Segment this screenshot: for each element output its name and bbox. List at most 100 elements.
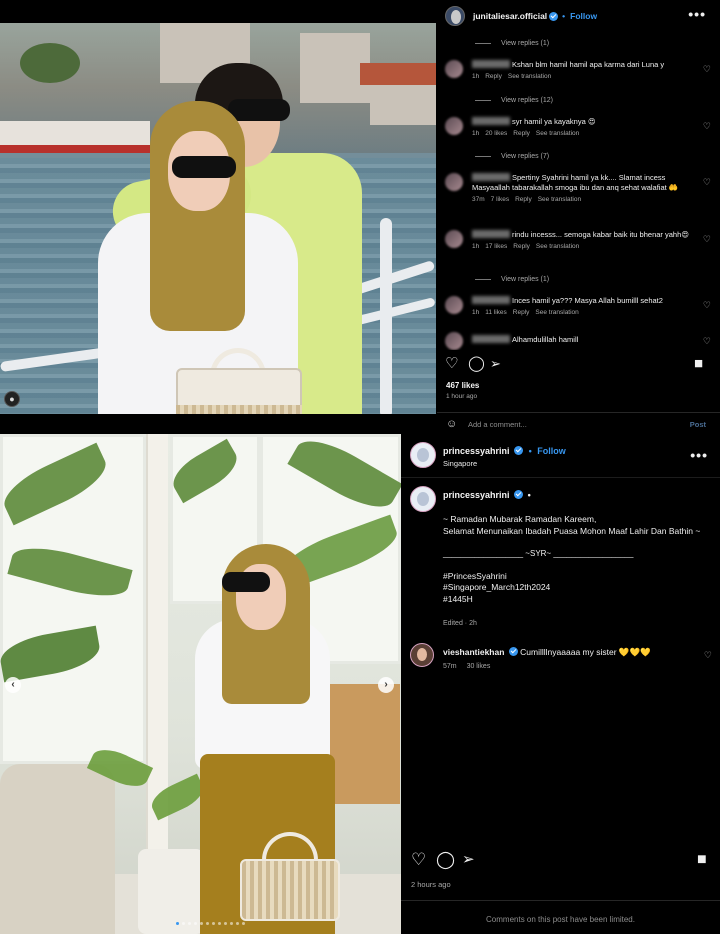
comment-bubble-icon[interactable]: ◯ [468,356,485,372]
redacted-username [472,60,510,68]
view-replies-button[interactable]: View replies (1) [475,273,549,285]
top-post: ● junitaliesar.official • Follow ••• Vie… [0,0,720,434]
carousel-dot [176,922,179,925]
comment: rindu incesss... semoga kabar baik itu b… [445,230,713,264]
caption-line: __________________ ~SYR~ _______________… [443,549,634,558]
location-link[interactable]: Singapore [443,459,477,468]
reply-button[interactable]: Reply [513,309,530,316]
more-options-icon[interactable]: ••• [688,6,706,22]
like-heart-icon[interactable]: ♡ [703,300,711,311]
see-translation-button[interactable]: See translation [536,243,579,250]
redacted-username [472,296,510,304]
like-heart-icon[interactable]: ♡ [703,234,711,245]
likes-count[interactable]: 467 likes [446,381,479,390]
action-bar: ♡ ◯ ➢ ■ [437,356,720,374]
reply-button[interactable]: Reply [513,243,530,250]
follow-button[interactable]: Follow [537,446,566,456]
top-post-photo[interactable] [0,23,436,414]
carousel-dot [188,922,191,925]
reply-button[interactable]: Reply [515,196,532,203]
comment: Spertiny Syahrini hamil ya kk.... Slamat… [445,173,713,217]
hashtag-link[interactable]: #Singapore_March12th2024 [443,582,713,594]
comment-text: syr hamil ya kayaknya 😍 [512,117,596,126]
redacted-username [472,173,510,181]
view-replies-button[interactable]: View replies (1) [475,37,549,49]
emoji-icon[interactable]: ☺ [446,418,457,430]
carousel-dot [230,922,233,925]
like-heart-icon[interactable]: ♡ [445,356,458,372]
boat-hull [0,145,150,153]
verified-badge-icon [514,490,524,499]
more-options-icon[interactable]: ••• [690,447,708,463]
commenter-username[interactable]: vieshantiekhan [443,647,504,657]
see-translation-button[interactable]: See translation [538,196,581,203]
post-button[interactable]: Post [690,420,706,429]
comment-meta: 57m 30 likes [443,663,491,670]
username[interactable]: princessyahrini [443,446,510,456]
hashtag-link[interactable]: #1445H [443,594,713,606]
follow-button[interactable]: Follow [570,11,597,21]
commenter-avatar[interactable] [445,332,463,350]
username[interactable]: princessyahrini [443,490,510,500]
carousel-dot [194,922,197,925]
carousel-dot [224,922,227,925]
redacted-username [472,117,510,125]
commenter-avatar[interactable] [445,117,463,135]
like-heart-icon[interactable]: ♡ [703,336,711,347]
commenter-avatar[interactable] [410,643,434,667]
carousel-dot [200,922,203,925]
top-post-header: junitaliesar.official • Follow ••• [437,0,720,32]
comment-input[interactable]: Add a comment... [468,420,527,429]
commenter-avatar[interactable] [445,173,463,191]
like-heart-icon[interactable]: ♡ [411,851,426,868]
view-replies-button[interactable]: View replies (7) [475,150,549,162]
like-heart-icon[interactable]: ♡ [703,64,711,75]
bookmark-icon[interactable]: ■ [694,356,703,372]
see-translation-button[interactable]: See translation [508,73,551,80]
handbag-weave [176,405,302,414]
hashtag-link[interactable]: #PrincesSyahrini [443,571,713,583]
sunglasses [222,572,270,592]
tagged-user-icon[interactable]: ● [4,391,20,407]
reply-button[interactable]: Reply [513,130,530,137]
comment: Inces hamil ya??? Masya Allah bumilll se… [445,296,713,322]
sunglasses [228,99,290,121]
bookmark-icon[interactable]: ■ [697,852,707,868]
commenter-avatar[interactable] [445,296,463,314]
carousel-dot [218,922,221,925]
like-heart-icon[interactable]: ♡ [704,650,712,661]
avatar[interactable] [445,6,465,26]
comment: vieshantiekhan Cumillllnyaaaaa my sister… [443,647,651,658]
avatar[interactable] [410,486,436,512]
post-time: 1 hour ago [446,393,478,400]
edited-label: Edited · 2h [443,620,477,627]
carousel-prev-icon[interactable]: ‹ [5,677,21,693]
see-translation-button[interactable]: See translation [535,309,578,316]
comment-bubble-icon[interactable]: ◯ [436,851,455,868]
comment-text: Cumillllnyaaaaa my sister 💛💛💛 [520,647,651,657]
verified-badge-icon [514,446,524,455]
see-translation-button[interactable]: See translation [536,130,579,137]
verified-badge-icon [508,647,518,656]
stone-planter [0,764,115,934]
commenter-avatar[interactable] [445,230,463,248]
carousel-dot [236,922,239,925]
share-paper-plane-icon[interactable]: ➢ [462,852,475,868]
commenter-avatar[interactable] [445,60,463,78]
tree [20,43,80,83]
reply-button[interactable]: Reply [485,73,502,80]
bottom-post: ‹ › princessyahrini • Follow Singapore •… [0,434,720,934]
view-replies-button[interactable]: View replies (12) [475,94,553,106]
share-paper-plane-icon[interactable]: ➢ [490,356,501,372]
action-bar: ♡ ◯ ➢ ■ [401,851,720,874]
comment: syr hamil ya kayaknya 😍 1h 20 likes Reply S… [445,117,713,143]
bottom-post-photo[interactable]: ‹ › [0,434,401,934]
username[interactable]: junitaliesar.official [473,11,547,21]
like-heart-icon[interactable]: ♡ [703,121,711,132]
carousel-dot [212,922,215,925]
comments-list[interactable]: View replies (1) Kshan blm hamil hamil a… [437,32,720,350]
carousel-next-icon[interactable]: › [378,677,394,693]
avatar[interactable] [410,442,436,468]
comment-text: Kshan blm hamil hamil apa karma dari Lun… [512,60,665,69]
like-heart-icon[interactable]: ♡ [703,177,711,188]
